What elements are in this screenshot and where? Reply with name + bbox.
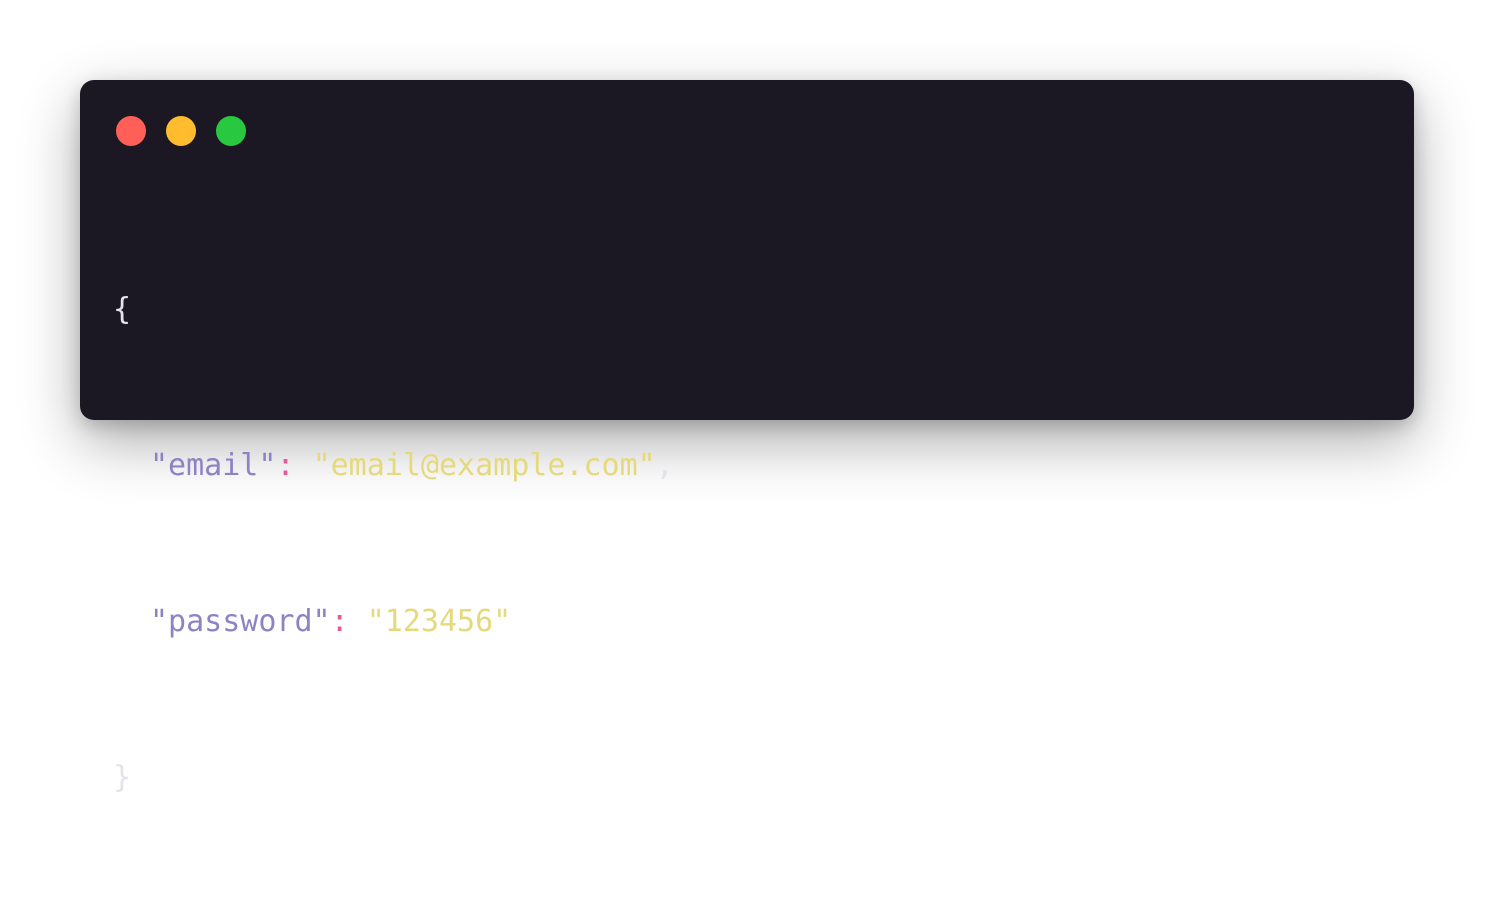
json-comma: , — [655, 448, 674, 483]
code-line-open: { — [113, 284, 674, 336]
json-key-password: "password" — [150, 604, 331, 639]
code-window: { "email": "email@example.com", "passwor… — [80, 80, 1414, 795]
code-line-close: } — [113, 752, 674, 804]
json-colon: : — [276, 448, 295, 483]
maximize-button[interactable] — [216, 116, 246, 146]
open-brace: { — [113, 292, 132, 327]
code-line-password: "password": "123456" — [113, 596, 674, 648]
json-value-password: "123456" — [366, 604, 512, 639]
close-brace: } — [113, 760, 132, 795]
json-value-email: "email@example.com" — [312, 448, 656, 483]
json-key-email: "email" — [150, 448, 277, 483]
code-line-email: "email": "email@example.com", — [113, 440, 674, 492]
json-colon: : — [330, 604, 349, 639]
close-button[interactable] — [116, 116, 146, 146]
code-block: { "email": "email@example.com", "passwor… — [113, 180, 674, 908]
window-controls — [116, 116, 246, 146]
minimize-button[interactable] — [166, 116, 196, 146]
